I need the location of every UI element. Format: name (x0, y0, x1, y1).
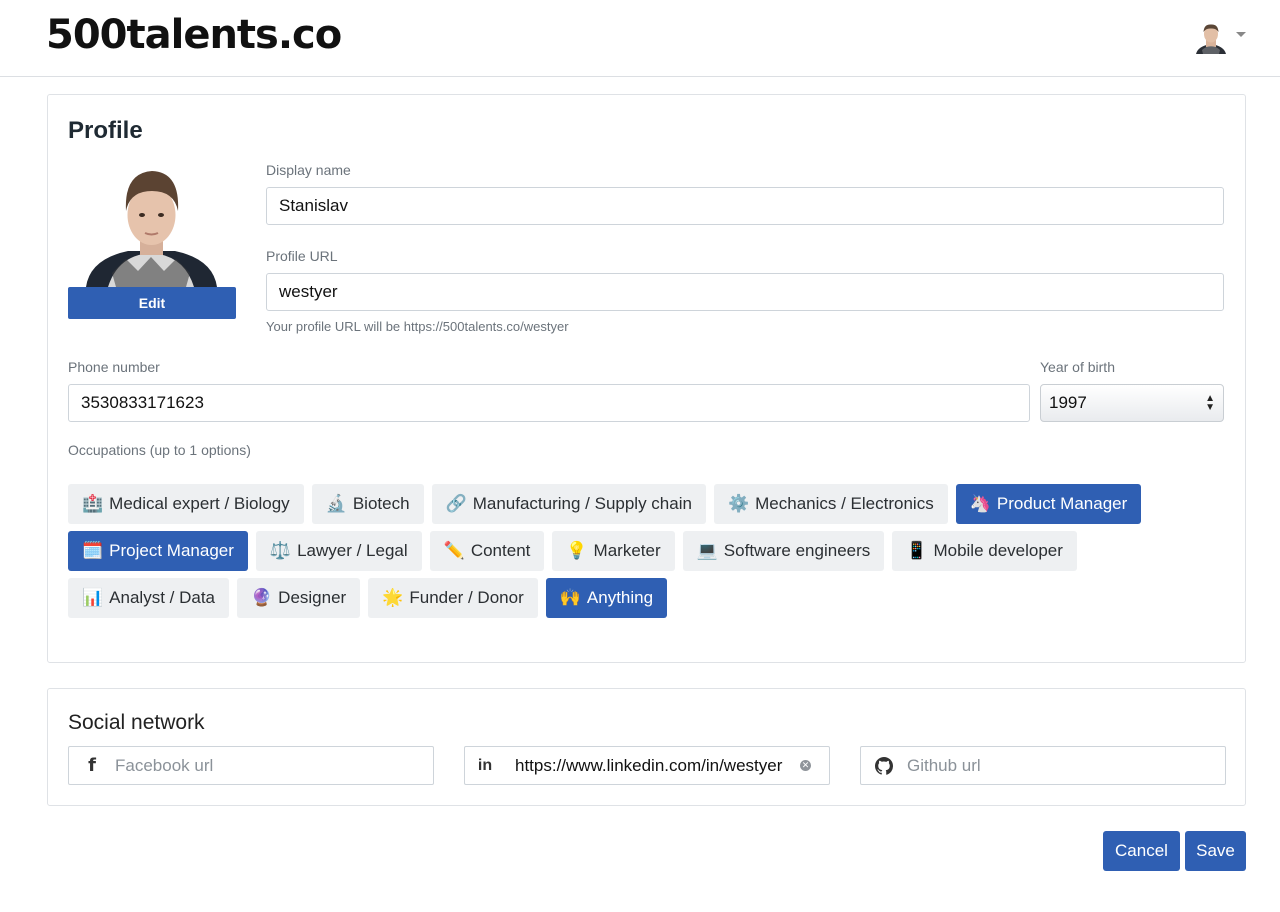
occupation-chip[interactable]: ✏️ Content (429, 531, 545, 571)
user-avatar-icon[interactable] (1194, 20, 1228, 54)
caret-down-icon[interactable] (1236, 31, 1246, 37)
linkedin-input[interactable] (515, 747, 796, 784)
social-card: Social network f in ✕ (47, 688, 1246, 806)
occupation-chip[interactable]: 🔮 Designer (237, 578, 361, 618)
site-logo[interactable]: 500talents.co (46, 12, 342, 58)
occupation-emoji-icon: 📱 (906, 541, 928, 560)
occupation-label: Funder / Donor (409, 588, 524, 607)
occupation-label: Project Manager (109, 541, 234, 560)
save-button[interactable]: Save (1185, 831, 1246, 871)
occupation-label: Content (470, 541, 531, 560)
occupation-label: Manufacturing / Supply chain (472, 494, 692, 513)
occupation-chip[interactable]: ⚖️ Lawyer / Legal (255, 531, 422, 571)
occupation-row: 🏥 Medical expert / Biology 🔬 Biotech 🔗 Manufa… (68, 484, 1228, 524)
occupation-chip[interactable]: 💡 Marketer (552, 531, 675, 571)
profile-url-label: Profile URL (266, 248, 338, 264)
occupation-emoji-icon: 🗓️ (82, 541, 104, 560)
occupation-emoji-icon: ⚖️ (269, 541, 292, 560)
occupations-list: 🏥 Medical expert / Biology 🔬 Biotech 🔗 Manufa… (68, 484, 1228, 625)
user-menu[interactable] (1194, 20, 1250, 54)
occupation-chip[interactable]: 📱 Mobile developer (892, 531, 1077, 571)
occupation-label: Biotech (352, 494, 410, 513)
display-name-input[interactable] (266, 187, 1224, 225)
occupation-emoji-icon: 🔬 (325, 494, 347, 513)
select-arrows-icon: ▲ ▼ (1205, 393, 1215, 413)
occupation-row: 🗓️ Project Manager ⚖️ Lawyer / Legal ✏️ Conte… (68, 531, 1228, 571)
profile-title: Profile (68, 117, 143, 144)
occupation-label: Mechanics / Electronics (755, 494, 934, 513)
facebook-field[interactable]: f (68, 746, 434, 785)
occupation-chip[interactable]: 🙌 Anything (545, 578, 668, 618)
occupation-emoji-icon: 🏥 (82, 494, 104, 513)
occupation-emoji-icon: ✏️ (443, 541, 465, 560)
occupation-emoji-icon: 📊 (82, 588, 104, 607)
occupation-chip[interactable]: 🔗 Manufacturing / Supply chain (431, 484, 706, 524)
occupation-chip[interactable]: 🔬 Biotech (311, 484, 424, 524)
occupation-emoji-icon: 🦄 (969, 494, 991, 513)
github-input[interactable] (907, 747, 1225, 784)
year-of-birth-label: Year of birth (1040, 359, 1115, 375)
occupation-chip[interactable]: ⚙️ Mechanics / Electronics (713, 484, 948, 524)
github-icon (861, 756, 907, 775)
occupation-row: 📊 Analyst / Data 🔮 Designer 🌟 Funder / Donor 🙌… (68, 578, 1228, 618)
cancel-button[interactable]: Cancel (1103, 831, 1180, 871)
occupation-chip[interactable]: 🏥 Medical expert / Biology (68, 484, 304, 524)
occupation-emoji-icon: 🙌 (559, 588, 581, 607)
profile-card: Profile Edit Display name Profile URL Yo… (47, 94, 1246, 663)
occupation-label: Anything (586, 588, 654, 607)
top-bar: 500talents.co (0, 0, 1280, 77)
occupation-emoji-icon: 💡 (566, 541, 588, 560)
occupation-emoji-icon: 🔮 (251, 588, 273, 607)
occupation-label: Product Manager (996, 494, 1128, 513)
linkedin-icon: in (477, 756, 493, 774)
profile-url-input[interactable] (266, 273, 1224, 311)
occupation-chip[interactable]: 🌟 Funder / Donor (368, 578, 538, 618)
occupation-label: Medical expert / Biology (109, 494, 290, 513)
year-of-birth-select[interactable]: 1997 ▲ ▼ (1040, 384, 1224, 422)
occupation-label: Lawyer / Legal (297, 541, 408, 560)
occupation-chip[interactable]: 💻 Software engineers (682, 531, 885, 571)
year-of-birth-value: 1997 (1049, 393, 1087, 412)
phone-input[interactable] (68, 384, 1030, 422)
display-name-label: Display name (266, 162, 351, 178)
occupation-emoji-icon: 🌟 (382, 588, 404, 607)
facebook-icon: f (88, 755, 96, 776)
occupation-chip[interactable]: 🦄 Product Manager (955, 484, 1142, 524)
occupation-chip[interactable]: 📊 Analyst / Data (68, 578, 229, 618)
occupation-emoji-icon: 🔗 (445, 494, 467, 513)
occupation-label: Designer (278, 588, 347, 607)
github-field[interactable] (860, 746, 1226, 785)
edit-photo-button[interactable]: Edit (68, 287, 236, 319)
profile-url-hint: Your profile URL will be https://500tale… (266, 319, 569, 334)
occupation-label: Marketer (593, 541, 661, 560)
facebook-input[interactable] (115, 747, 433, 784)
occupation-label: Software engineers (723, 541, 871, 560)
occupation-label: Analyst / Data (109, 588, 215, 607)
clear-icon[interactable]: ✕ (800, 760, 811, 771)
occupation-emoji-icon: ⚙️ (727, 494, 750, 513)
occupation-chip[interactable]: 🗓️ Project Manager (68, 531, 248, 571)
linkedin-field[interactable]: in ✕ (464, 746, 830, 785)
occupation-label: Mobile developer (933, 541, 1063, 560)
social-title: Social network (68, 711, 205, 734)
occupation-emoji-icon: 💻 (696, 541, 718, 560)
occupations-label: Occupations (up to 1 options) (68, 442, 251, 458)
profile-photo (68, 163, 235, 287)
phone-label: Phone number (68, 359, 160, 375)
